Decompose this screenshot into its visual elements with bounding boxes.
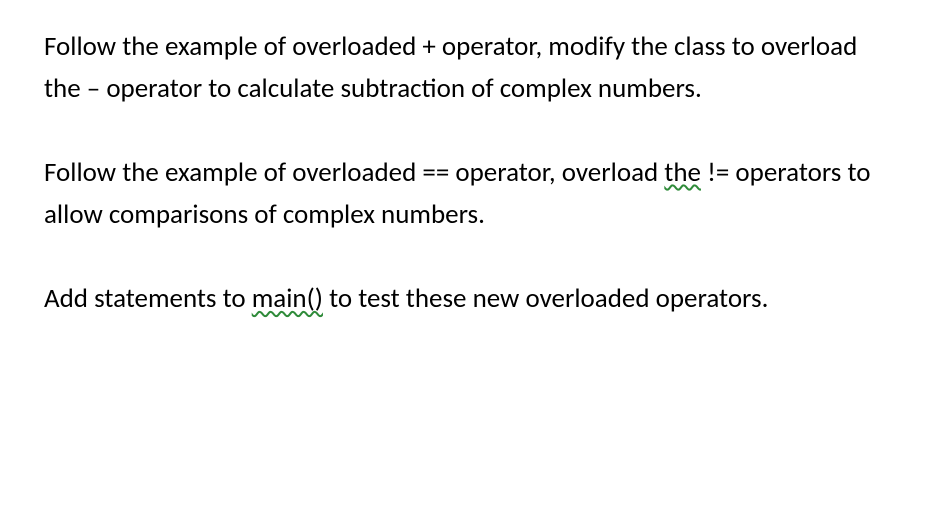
paragraph-1-text: Follow the example of overloaded + opera… (44, 30, 857, 105)
paragraph-1: Follow the example of overloaded + opera… (44, 26, 900, 110)
paragraph-3-text-b: to test these new overloaded operators. (323, 282, 768, 315)
paragraph-2: Follow the example of overloaded == oper… (44, 152, 900, 236)
grammar-underline-the: the (664, 156, 701, 189)
document-page: Follow the example of overloaded + opera… (0, 0, 940, 347)
paragraph-2-text-a: Follow the example of overloaded == oper… (44, 156, 664, 189)
paragraph-3-text-a: Add statements to (44, 282, 252, 315)
paragraph-3: Add statements to main() to test these n… (44, 278, 900, 320)
grammar-underline-main: main() (252, 282, 323, 315)
